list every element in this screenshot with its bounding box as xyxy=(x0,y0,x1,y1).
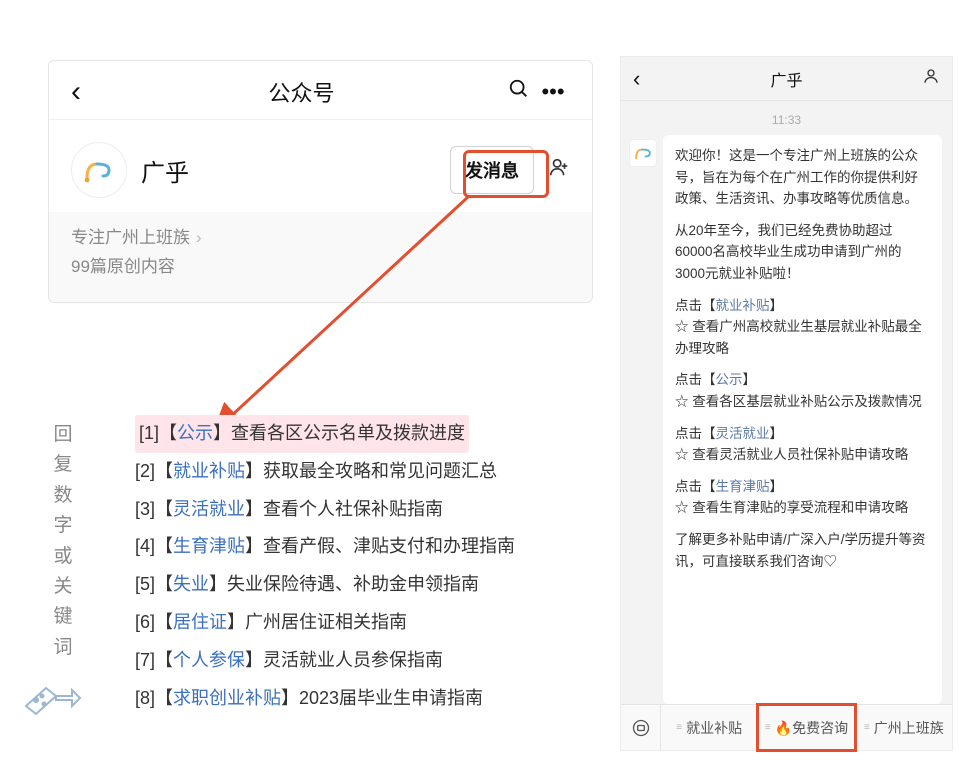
chat-timestamp: 11:33 xyxy=(621,113,952,127)
keyword-list: [1]【公示】查看各区公示名单及拨款进度[2]【就业补贴】获取最全攻略和常见问题… xyxy=(135,415,565,717)
keyword-row[interactable]: [3]【灵活就业】查看个人社保补贴指南 xyxy=(135,491,565,529)
profile-footer: 专注广州上班族 › 99篇原创内容 xyxy=(49,212,592,296)
send-message-button[interactable]: 发消息 xyxy=(450,146,534,194)
chevron-right-icon[interactable]: › xyxy=(196,224,202,253)
keyword-row[interactable]: [5]【失业】失业保险待遇、补助金申领指南 xyxy=(135,566,565,604)
account-tagline: 专注广州上班族 xyxy=(71,224,190,253)
chat-header: ‹ 广乎 xyxy=(621,57,952,101)
menu-item[interactable]: ≡🔥免费咨询 xyxy=(758,705,855,750)
chat-window: ‹ 广乎 11:33 欢迎你！这是一个专注广州上班族的公众号，旨在为每个在广州工… xyxy=(620,56,953,751)
back-icon[interactable]: ‹ xyxy=(71,75,101,109)
follow-icon[interactable] xyxy=(548,156,570,184)
keyword-label: 回复数字或关键词 xyxy=(52,420,74,663)
profile-body: 广乎 发消息 xyxy=(49,120,592,212)
keyword-row[interactable]: [7]【个人参保】灵活就业人员参保指南 xyxy=(135,642,565,680)
chat-profile-icon[interactable] xyxy=(916,67,940,90)
menu-item[interactable]: ≡广州上班族 xyxy=(856,705,952,750)
chat-bottom-menu: ≡就业补贴≡🔥免费咨询≡广州上班族 xyxy=(621,704,952,750)
chat-avatar xyxy=(629,139,657,167)
chat-title: 广乎 xyxy=(657,67,916,91)
more-icon[interactable]: ••• xyxy=(536,79,570,105)
account-logo xyxy=(71,142,127,198)
keyword-row[interactable]: [6]【居住证】广州居住证相关指南 xyxy=(135,604,565,642)
keyboard-toggle-icon[interactable] xyxy=(621,705,661,750)
keyword-row[interactable]: [4]【生育津贴】查看产假、津贴支付和办理指南 xyxy=(135,528,565,566)
chat-bubble: 欢迎你！这是一个专注广州上班族的公众号，旨在为每个在广州工作的你提供利好政策、生… xyxy=(663,135,942,704)
menu-item[interactable]: ≡就业补贴 xyxy=(661,705,758,750)
page-title: 公众号 xyxy=(101,76,502,108)
account-name: 广乎 xyxy=(141,153,450,188)
article-count: 99篇原创内容 xyxy=(71,253,570,282)
profile-card: ‹ 公众号 ••• 广乎 发消息 专注广州上班族 xyxy=(48,60,593,303)
keyword-row[interactable]: [8]【求职创业补贴】2023届毕业生申请指南 xyxy=(135,680,565,718)
profile-header: ‹ 公众号 ••• xyxy=(49,61,592,120)
search-icon[interactable] xyxy=(502,78,536,106)
keyword-row[interactable]: [1]【公示】查看各区公示名单及拨款进度 xyxy=(135,415,469,453)
keyword-row[interactable]: [2]【就业补贴】获取最全攻略和常见问题汇总 xyxy=(135,453,565,491)
cheese-arrow-icon xyxy=(22,670,82,720)
chat-back-icon[interactable]: ‹ xyxy=(633,66,657,92)
